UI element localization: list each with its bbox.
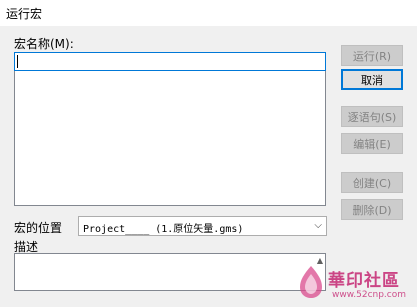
create-button[interactable]: 创建(C): [341, 172, 403, 193]
watermark: 華印社區 www.52cnp.com: [292, 262, 414, 304]
watermark-logo-icon: [300, 266, 322, 298]
chevron-down-icon: ⌵: [314, 220, 322, 231]
macro-location-value: Project____ (1.原位矢量.gms): [83, 224, 244, 235]
description-box[interactable]: ▲: [14, 253, 326, 291]
edit-button[interactable]: 编辑(E): [341, 133, 403, 154]
macro-location-select[interactable]: Project____ (1.原位矢量.gms) ⌵: [78, 216, 327, 236]
macro-list[interactable]: [14, 71, 326, 206]
run-button[interactable]: 运行(R): [341, 45, 403, 66]
title-bar: 运行宏: [0, 0, 417, 26]
macro-name-label: 宏名称(M):: [14, 37, 74, 51]
run-macro-dialog: 运行宏 宏名称(M): 运行(R) 取消 逐语句(S) 编辑(E) 创建(C) …: [0, 0, 417, 307]
delete-button[interactable]: 删除(D): [341, 199, 403, 220]
step-into-button[interactable]: 逐语句(S): [341, 106, 403, 127]
macro-name-input[interactable]: [14, 52, 326, 71]
cancel-button[interactable]: 取消: [341, 69, 403, 90]
window-title: 运行宏: [6, 7, 43, 21]
macro-location-label: 宏的位置: [14, 221, 63, 235]
text-caret: [17, 55, 18, 68]
watermark-name: 華印社區: [328, 271, 400, 291]
watermark-url: www.52cnp.com: [332, 290, 407, 300]
